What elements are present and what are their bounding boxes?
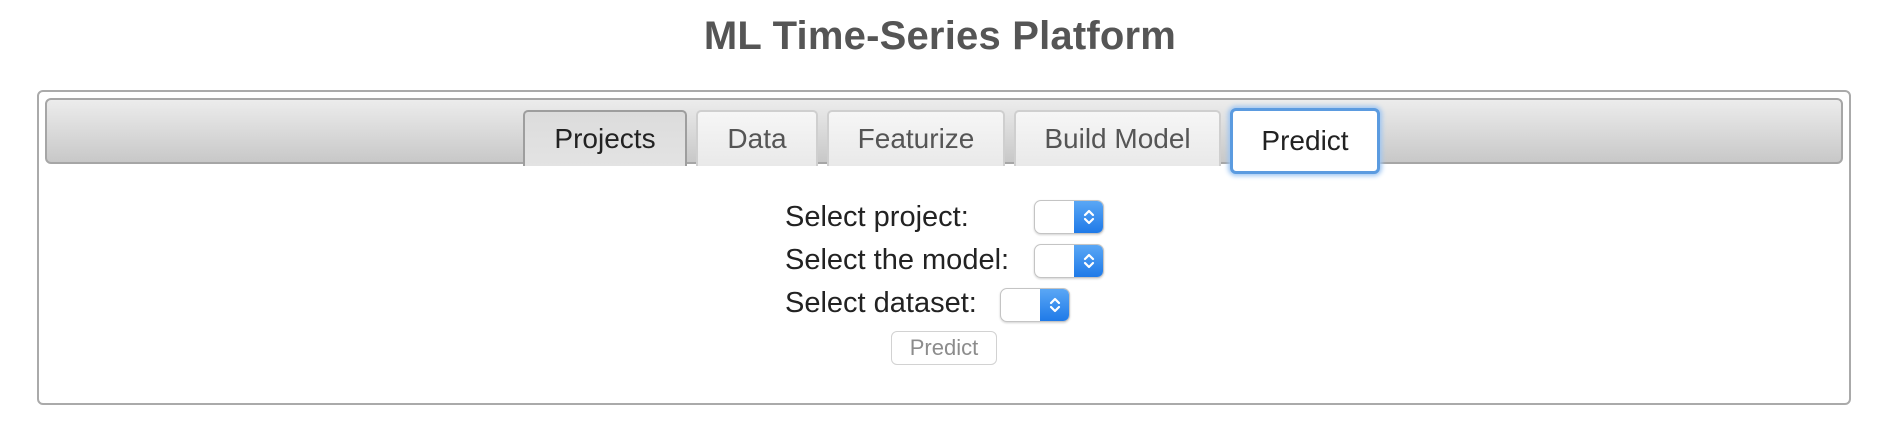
tab-projects[interactable]: Projects: [523, 110, 687, 166]
tab-bar: Projects Data Featurize Build Model Pred…: [45, 98, 1843, 174]
tab-predict[interactable]: Predict: [1230, 108, 1380, 174]
project-select[interactable]: [1034, 200, 1104, 234]
select-project-label: Select project:: [785, 201, 969, 233]
chevron-updown-icon: [1074, 201, 1103, 233]
chevron-updown-icon: [1074, 245, 1103, 277]
model-select[interactable]: [1034, 244, 1104, 278]
tab-data[interactable]: Data: [696, 110, 818, 166]
page: ML Time-Series Platform Projects Data Fe…: [0, 0, 1880, 442]
tab-build-model[interactable]: Build Model: [1014, 110, 1221, 166]
tab-featurize[interactable]: Featurize: [827, 110, 1005, 166]
select-model-label: Select the model:: [785, 244, 1010, 276]
chevron-updown-icon: [1040, 289, 1069, 321]
select-dataset-label: Select dataset:: [785, 287, 977, 319]
predict-button[interactable]: Predict: [891, 331, 997, 365]
dataset-select[interactable]: [1000, 288, 1070, 322]
page-title: ML Time-Series Platform: [703, 14, 1177, 58]
